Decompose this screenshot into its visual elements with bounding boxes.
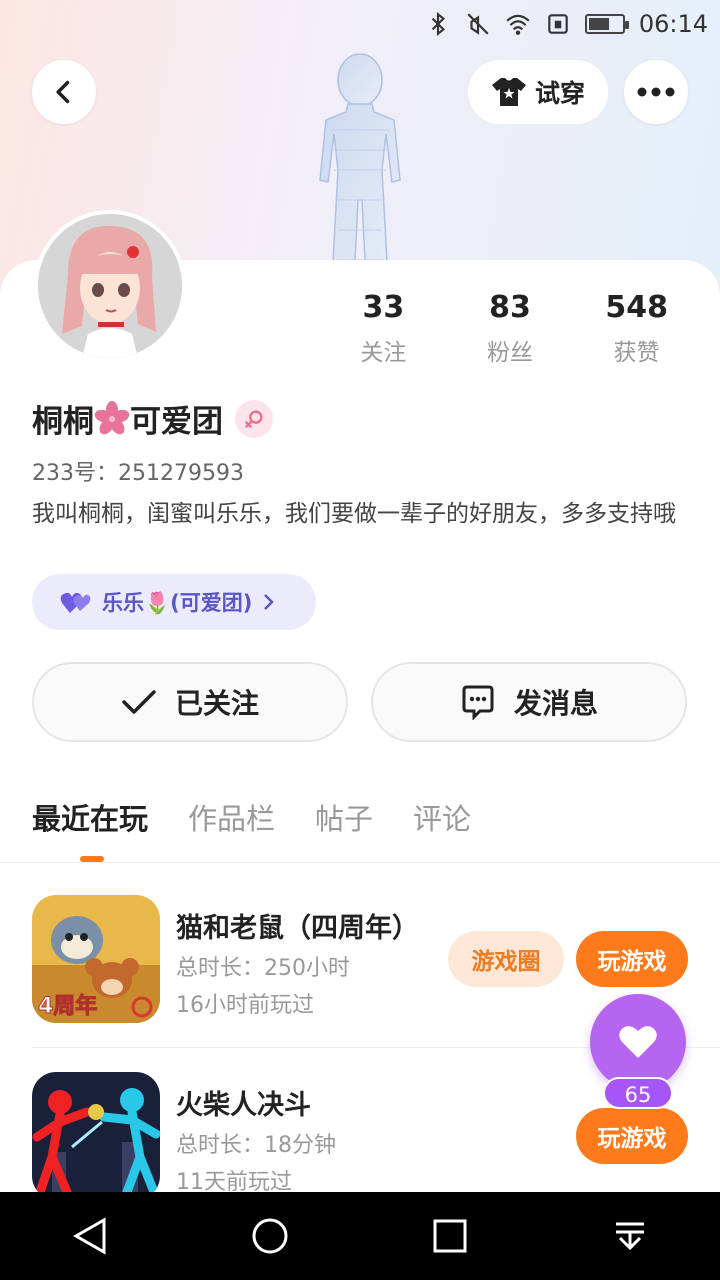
stat-label: 关注: [360, 340, 407, 366]
chat-bubble-icon: [462, 685, 494, 720]
following-label: 已关注: [174, 687, 259, 720]
friend-tag[interactable]: 乐乐🌷(可爱团): [32, 574, 316, 630]
stickman-duel-icon[interactable]: [32, 1072, 160, 1200]
system-nav-bar: [0, 1192, 720, 1280]
heart-icon: [619, 1026, 657, 1058]
following-button[interactable]: 已关注: [32, 662, 348, 742]
stat-label: 粉丝: [487, 340, 533, 366]
chevron-right-icon: [264, 594, 275, 610]
status-bar: 06:14: [0, 0, 720, 48]
stat-value: 33: [362, 290, 405, 325]
stat-fans[interactable]: 83 粉丝: [447, 290, 574, 367]
game-title: 火柴人决斗: [176, 1090, 311, 1121]
bluetooth-icon: [431, 11, 445, 37]
chevron-left-icon: [56, 80, 70, 104]
tab-works[interactable]: 作品栏: [188, 796, 275, 838]
stat-label: 获赞: [613, 340, 660, 366]
nav-notification-pull-icon[interactable]: [608, 1214, 652, 1258]
send-message-label: 发消息: [513, 687, 598, 720]
profile-tabs: 最近在玩 作品栏 帖子 评论: [32, 796, 471, 838]
more-dots-icon: [637, 87, 675, 97]
friend-tag-label: 乐乐🌷(可爱团): [102, 591, 253, 615]
stat-value: 548: [605, 290, 668, 325]
battery-icon: [584, 14, 629, 34]
nickname: 桐桐 可爱团: [32, 396, 273, 441]
tom-and-jerry-icon[interactable]: 4周年: [32, 895, 160, 1023]
user-id: 233号：251279593: [32, 461, 244, 486]
check-icon: [122, 690, 156, 714]
like-count-badge: 65: [603, 1077, 673, 1109]
game-last-played: 16小时前玩过: [176, 993, 314, 1018]
tabs-divider: [0, 862, 720, 863]
nav-home-icon[interactable]: [248, 1214, 292, 1258]
nav-recents-icon[interactable]: [428, 1214, 472, 1258]
stat-value: 83: [489, 290, 531, 325]
mute-icon: [467, 13, 489, 35]
nickname-part2: 可爱团: [130, 404, 223, 440]
sim-card-icon: [548, 14, 568, 34]
tab-recently-played[interactable]: 最近在玩: [32, 796, 148, 838]
profile-stats: 33 关注 83 粉丝 548 获赞: [320, 290, 700, 367]
wifi-icon: [506, 14, 530, 35]
try-on-label: 试穿: [534, 79, 585, 108]
game-duration: 总时长：18分钟: [176, 1133, 336, 1158]
status-time: 06:14: [638, 10, 708, 38]
game-duration: 总时长：250小时: [176, 956, 350, 981]
more-button[interactable]: [624, 60, 688, 124]
nickname-part1: 桐桐: [32, 404, 94, 440]
nav-back-icon[interactable]: [68, 1214, 112, 1258]
tab-posts[interactable]: 帖子: [315, 796, 373, 838]
game-circle-button[interactable]: 游戏圈: [448, 931, 564, 987]
female-gender-icon: [235, 399, 273, 438]
like-fab-button[interactable]: [590, 994, 686, 1090]
play-game-button[interactable]: 玩游戏: [576, 1108, 688, 1164]
avatar-image: [38, 214, 182, 358]
svg-text:4周年: 4周年: [38, 993, 97, 1019]
avatar-3d-figure: [319, 53, 401, 280]
bio: 我叫桐桐，闺蜜叫乐乐，我们要做一辈子的好朋友，多多支持哦: [32, 501, 676, 527]
stat-likes[interactable]: 548 获赞: [573, 290, 700, 367]
stat-following[interactable]: 33 关注: [320, 290, 447, 367]
tab-comments[interactable]: 评论: [413, 796, 471, 838]
try-on-button[interactable]: 试穿: [468, 60, 608, 124]
tshirt-icon: [491, 78, 526, 106]
back-button[interactable]: [32, 60, 96, 124]
play-game-button[interactable]: 玩游戏: [576, 931, 688, 987]
sakura-icon: [94, 400, 130, 434]
game-title: 猫和老鼠（四周年）: [176, 913, 419, 944]
avatar[interactable]: [34, 210, 186, 362]
send-message-button[interactable]: 发消息: [371, 662, 687, 742]
double-heart-icon: [60, 592, 91, 613]
